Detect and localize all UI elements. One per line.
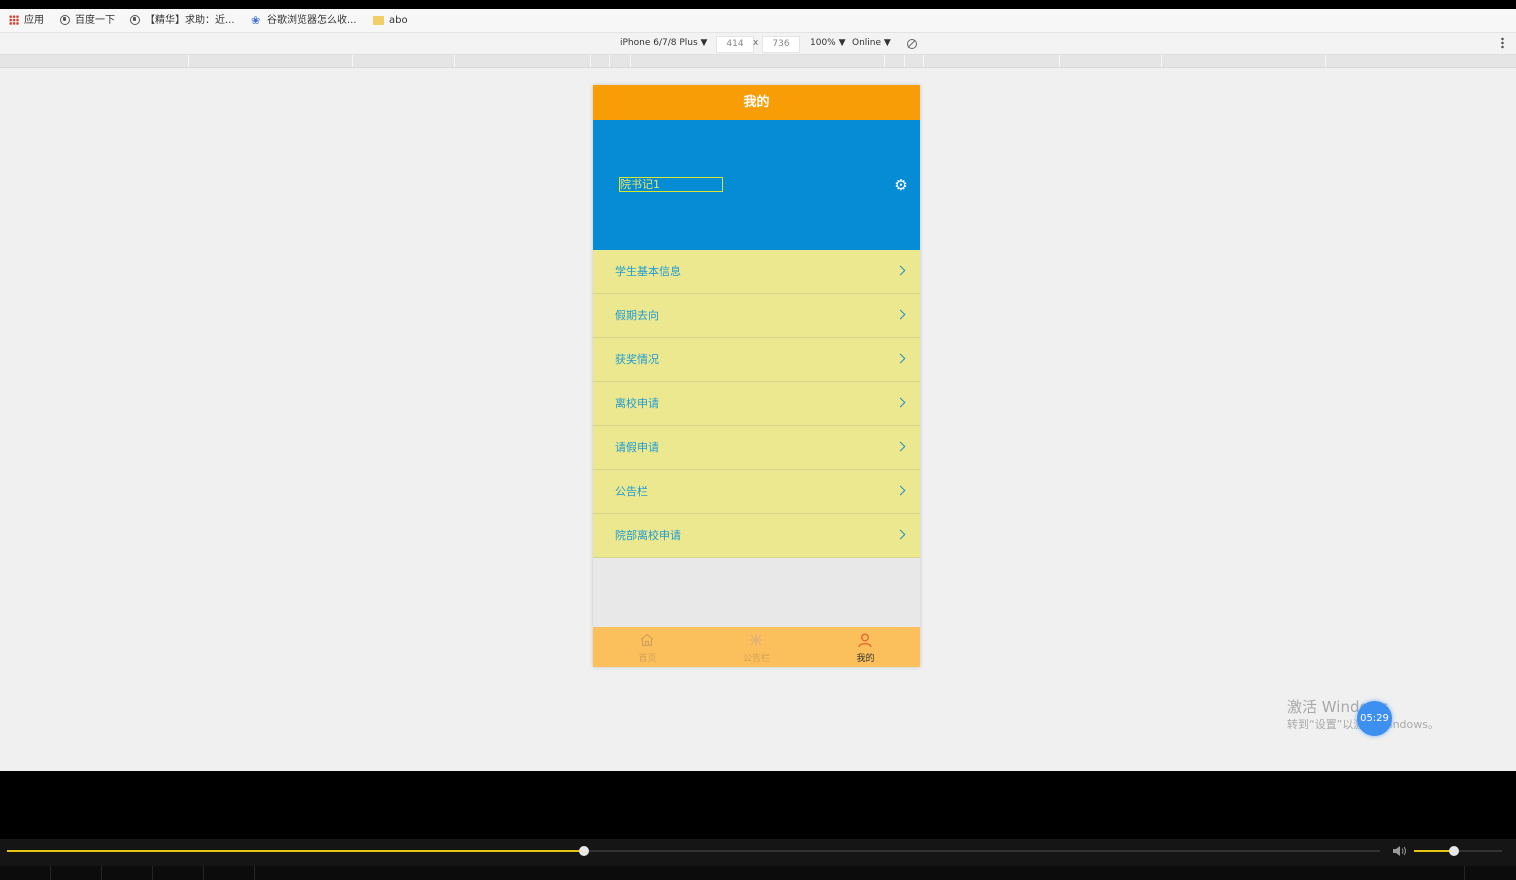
taskbar-divider	[203, 866, 204, 880]
mobile-app-screen: 我的 院书记1 ⚙ 学生基本信息 假期去向 获奖情况 离校申请 请假申请 公告栏…	[593, 85, 920, 667]
menu-item-student-info[interactable]: 学生基本信息	[593, 250, 920, 294]
globe-icon	[60, 15, 70, 25]
progress-handle[interactable]	[578, 846, 589, 856]
bookmark-forum[interactable]: 【精华】求助：近...	[130, 13, 235, 28]
ruler-tick	[1059, 55, 1060, 67]
viewport-width-input[interactable]: 414	[716, 36, 754, 53]
bookmark-baidu[interactable]: 百度一下	[60, 13, 115, 28]
menu-item-label: 学生基本信息	[615, 265, 681, 278]
viewport-height-input[interactable]: 736	[762, 36, 800, 53]
progress-bar[interactable]	[7, 846, 1380, 856]
bookmark-label: 应用	[24, 15, 44, 26]
chevron-right-icon	[895, 265, 906, 276]
ruler-tick	[1161, 55, 1162, 67]
ruler-tick	[352, 55, 353, 67]
ruler-tick	[590, 55, 591, 67]
tab-mine[interactable]: 我的	[811, 627, 920, 667]
menu-item-label: 公告栏	[615, 485, 648, 498]
ruler-tick	[454, 55, 455, 67]
chevron-right-icon	[895, 397, 906, 408]
bookmark-apps[interactable]: 应用	[9, 13, 44, 28]
taskbar-divider	[152, 866, 153, 880]
volume-fill	[1414, 850, 1454, 852]
dimension-separator: x	[753, 38, 759, 48]
menu-item-awards[interactable]: 获奖情况	[593, 338, 920, 382]
taskbar-strip	[0, 866, 1516, 880]
tab-notice-board[interactable]: 公告栏	[702, 627, 811, 667]
bookmark-label: abo	[389, 15, 408, 26]
ruler-tick	[630, 55, 631, 67]
chevron-right-icon	[895, 309, 906, 320]
bottom-tab-bar: 首页 公告栏 我的	[593, 627, 920, 667]
paw-icon: ❀	[251, 13, 261, 27]
apps-grid-icon	[9, 15, 19, 25]
zoom-select[interactable]: 100% ▼	[810, 37, 846, 50]
folder-icon	[373, 15, 384, 25]
home-icon	[640, 633, 654, 647]
ruler-tick	[609, 55, 610, 67]
tab-label: 公告栏	[742, 654, 770, 664]
menu-item-notice-board[interactable]: 公告栏	[593, 470, 920, 514]
menu-item-label: 院部离校申请	[615, 529, 681, 542]
user-icon	[858, 633, 872, 648]
emulated-viewport: 我的 院书记1 ⚙ 学生基本信息 假期去向 获奖情况 离校申请 请假申请 公告栏…	[0, 68, 1516, 771]
taskbar-divider	[254, 866, 255, 880]
menu-list: 学生基本信息 假期去向 获奖情况 离校申请 请假申请 公告栏 院部离校申请	[593, 250, 920, 558]
notice-icon	[750, 634, 762, 646]
media-query-ruler	[0, 55, 1516, 68]
taskbar-divider	[101, 866, 102, 880]
volume-slider[interactable]	[1414, 846, 1502, 856]
taskbar-divider	[1464, 866, 1465, 880]
menu-item-department-leave[interactable]: 院部离校申请	[593, 514, 920, 558]
device-toolbar: iPhone 6/7/8 Plus ▼ 414 x 736 100% ▼ Onl…	[0, 33, 1516, 55]
bookmarks-bar: 应用 百度一下 【精华】求助：近... ❀ 谷歌浏览器怎么收... abo	[0, 9, 1516, 33]
chevron-right-icon	[895, 353, 906, 364]
tab-label: 我的	[856, 654, 875, 664]
rotate-button[interactable]	[907, 38, 922, 51]
bookmark-chrome-help[interactable]: ❀ 谷歌浏览器怎么收...	[251, 13, 357, 28]
device-select[interactable]: iPhone 6/7/8 Plus ▼	[620, 37, 707, 50]
menu-item-leave-school[interactable]: 离校申请	[593, 382, 920, 426]
ruler-tick	[884, 55, 885, 67]
chevron-right-icon	[895, 485, 906, 496]
chevron-right-icon	[895, 441, 906, 452]
menu-item-leave-request[interactable]: 请假申请	[593, 426, 920, 470]
globe-icon	[130, 15, 140, 25]
username-label[interactable]: 院书记1	[619, 177, 723, 192]
recording-timer[interactable]: 05:29	[1357, 701, 1392, 736]
bookmark-label: 【精华】求助：近...	[145, 15, 235, 26]
taskbar-divider	[50, 866, 51, 880]
tab-home[interactable]: 首页	[593, 627, 702, 667]
ruler-tick	[904, 55, 905, 67]
page-title: 我的	[593, 85, 920, 120]
profile-banner: 院书记1 ⚙	[593, 120, 920, 250]
bookmark-label: 谷歌浏览器怎么收...	[267, 15, 357, 26]
volume-handle[interactable]	[1448, 846, 1459, 856]
menu-item-holiday-destination[interactable]: 假期去向	[593, 294, 920, 338]
chevron-right-icon	[895, 529, 906, 540]
bookmark-label: 百度一下	[75, 15, 115, 26]
gear-icon[interactable]: ⚙	[893, 177, 909, 193]
ruler-tick	[188, 55, 189, 67]
player-controls	[0, 839, 1516, 866]
volume-icon[interactable]	[1392, 845, 1408, 857]
top-black-bar	[0, 0, 1516, 9]
menu-item-label: 请假申请	[615, 441, 659, 454]
more-options-icon[interactable]	[1501, 37, 1504, 49]
bookmark-abo[interactable]: abo	[373, 13, 408, 28]
rotate-icon	[907, 38, 917, 49]
progress-fill	[7, 850, 584, 852]
tab-label: 首页	[638, 654, 657, 664]
network-select[interactable]: Online ▼	[852, 37, 891, 50]
menu-item-label: 获奖情况	[615, 353, 659, 366]
menu-item-label: 离校申请	[615, 397, 659, 410]
ruler-tick	[923, 55, 924, 67]
player-letterbox	[0, 771, 1516, 839]
ruler-tick	[1325, 55, 1326, 67]
menu-item-label: 假期去向	[615, 309, 659, 322]
